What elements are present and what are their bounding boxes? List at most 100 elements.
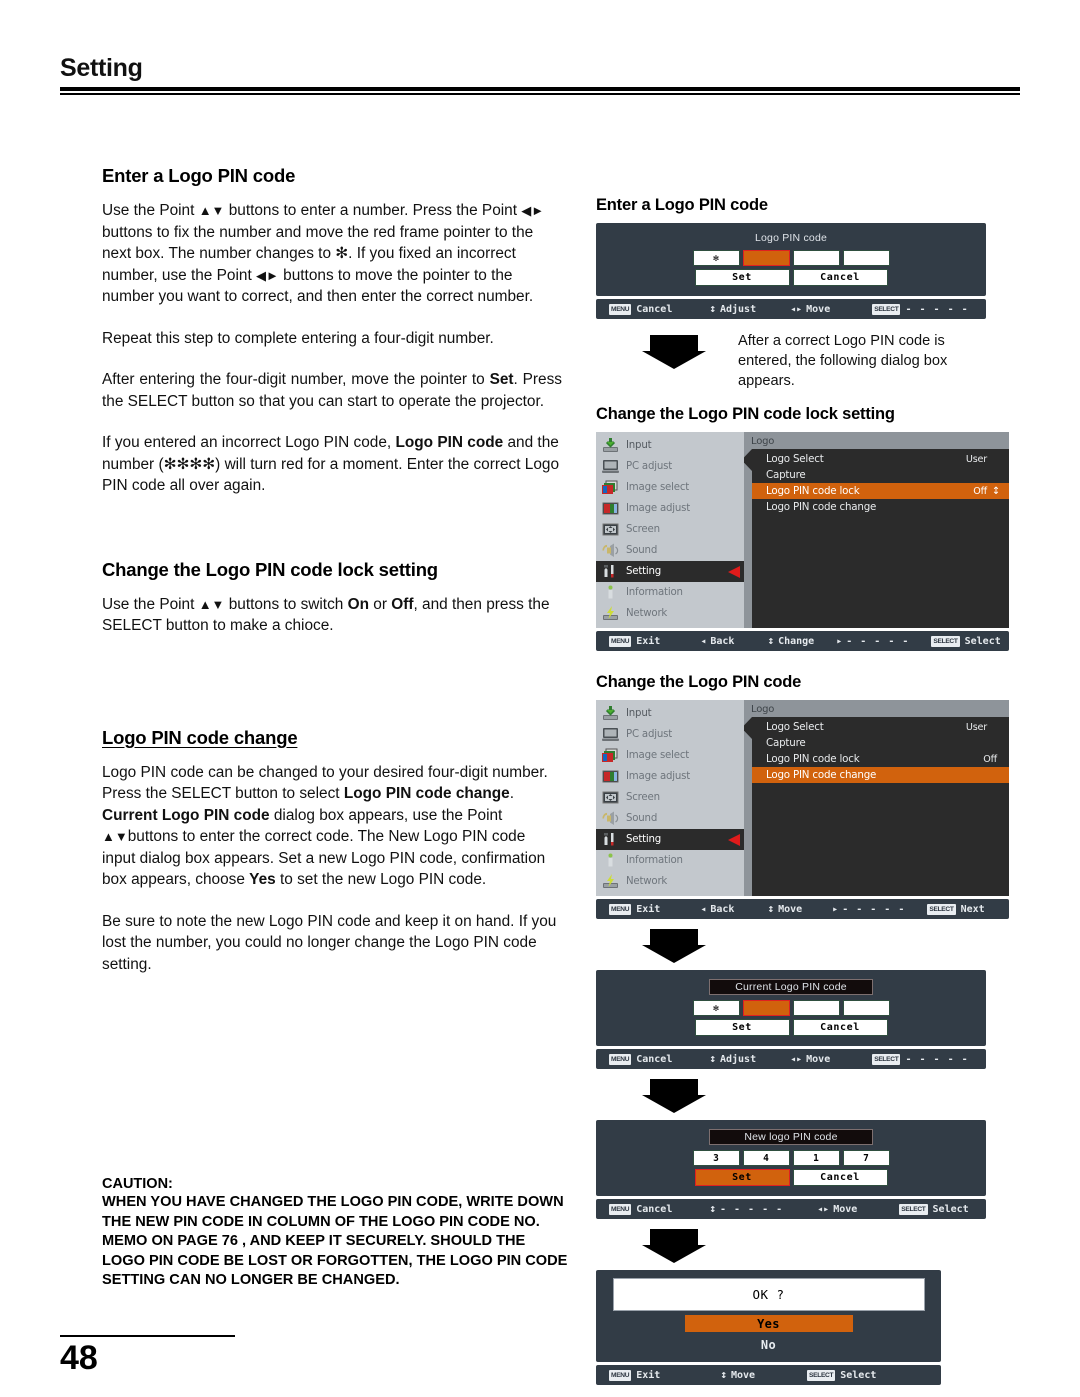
hint4-adjust: ↕ Adjust: [709, 1053, 756, 1065]
new-pin-cell-3[interactable]: 1: [792, 1150, 840, 1166]
pin-cancel-button[interactable]: Cancel: [792, 269, 888, 286]
sidebar-item-image-select[interactable]: Image select: [596, 477, 744, 498]
hint5-updown: ↕ - - - - -: [709, 1202, 783, 1215]
pin-cell-3[interactable]: [792, 250, 840, 266]
logo-pin-dialog: Logo PIN code ✻ Set Cancel: [596, 223, 986, 296]
menu-item-logo-pin-code-lock[interactable]: Logo PIN code lock Off ↕: [752, 483, 1009, 499]
flow-arrow-1: [642, 335, 706, 369]
current-pin-cell-4[interactable]: [842, 1000, 890, 1016]
confirm-yes-option[interactable]: Yes: [684, 1315, 853, 1332]
sidebar-label-image-adjust: Image adjust: [626, 503, 691, 514]
sidebar-item-pc-adjust[interactable]: PC adjust: [596, 456, 744, 477]
current-pin-cell-2[interactable]: [742, 1000, 790, 1016]
page-header: Setting: [60, 56, 1020, 95]
hint6-label-exit: Exit: [636, 1369, 661, 1381]
hint6-label-move: Move: [730, 1369, 756, 1381]
menu-item-logo-pin-code-change[interactable]: Logo PIN code change: [752, 499, 1009, 515]
hint3-label-right: - - - - -: [842, 903, 906, 915]
shot1-title: Enter a Logo PIN code: [596, 196, 768, 214]
sidebar-item-setting[interactable]: Setting: [596, 829, 744, 850]
menu-item-logo-select[interactable]: Logo Select User: [752, 451, 1009, 467]
current-pin-cell-1[interactable]: ✻: [692, 1000, 740, 1016]
current-pin-cell-3[interactable]: [792, 1000, 840, 1016]
new-pin-cell-1[interactable]: 3: [692, 1150, 740, 1166]
sidebar-label-screen: Screen: [626, 792, 660, 803]
sidebar-item-input[interactable]: Input: [596, 703, 744, 724]
sidebar-item-information[interactable]: Information: [596, 582, 744, 603]
sidebar-label-image-adjust: Image adjust: [626, 771, 691, 782]
section-heading-pin-change: Logo PIN code change: [102, 726, 298, 748]
image-adjust-icon: [601, 768, 620, 785]
new-pin-set-button[interactable]: Set: [694, 1169, 790, 1186]
image-adjust-icon: [601, 500, 620, 517]
hint2-change: ↕ Change: [767, 635, 814, 647]
sidebar-label-pc-adjust: PC adjust: [626, 461, 672, 472]
shot1-hint-bar: MENU Cancel ↕ Adjust ◂▸ Move SELECT - - …: [596, 299, 986, 319]
current-pin-set-button[interactable]: Set: [694, 1019, 790, 1036]
image-select-icon: [601, 747, 620, 764]
menu-item-capture[interactable]: Capture: [752, 735, 1009, 751]
network-icon: [601, 873, 620, 890]
hint4-menu-cancel: MENU Cancel: [609, 1053, 673, 1065]
new-pin-cell-4[interactable]: 7: [842, 1150, 890, 1166]
image-select-icon: [601, 479, 620, 496]
current-logo-pin-dialog: Current Logo PIN code ✻ Set Cancel: [596, 970, 986, 1046]
menu-label-capture: Capture: [766, 469, 806, 481]
new-pin-cancel-button[interactable]: Cancel: [792, 1169, 888, 1186]
right-icon: ▸: [836, 635, 843, 647]
confirm-dialog: OK ? Yes No: [596, 1270, 941, 1362]
sidebar-item-sound[interactable]: Sound: [596, 540, 744, 561]
menu-item-logo-pin-code-lock[interactable]: Logo PIN code lock Off: [752, 751, 1009, 767]
shot2-panel-heading: Logo: [751, 436, 775, 447]
sidebar-item-pc-adjust[interactable]: PC adjust: [596, 724, 744, 745]
sidebar-item-image-select[interactable]: Image select: [596, 745, 744, 766]
hint5-select: SELECT Select: [899, 1203, 969, 1215]
new-logo-pin-caption: New logo PIN code: [709, 1129, 873, 1145]
sidebar-item-network[interactable]: Network: [596, 603, 744, 624]
menu-item-capture[interactable]: Capture: [752, 467, 1009, 483]
sidebar-item-information[interactable]: Information: [596, 850, 744, 871]
sidebar-item-sound[interactable]: Sound: [596, 808, 744, 829]
shot3-sidebar: Input PC adjust Image select Image adjus…: [596, 700, 744, 896]
hint3-label-next: Next: [960, 903, 985, 915]
flow-arrow-2: [642, 929, 706, 963]
pin-cell-1[interactable]: ✻: [692, 250, 740, 266]
pin-cell-2[interactable]: [742, 250, 790, 266]
hint3-label-back: Back: [710, 903, 735, 915]
sidebar-item-setting[interactable]: Setting: [596, 561, 744, 582]
sidebar-label-sound: Sound: [626, 545, 658, 556]
menu-value-logo-pin-code-lock: Off: [983, 753, 997, 765]
hint-label-adjust: Adjust: [719, 303, 757, 315]
hint4-label-cancel: Cancel: [636, 1053, 673, 1065]
pin-cell-4[interactable]: [842, 250, 890, 266]
page-number: 48: [60, 1339, 98, 1377]
pin-set-button[interactable]: Set: [694, 269, 790, 286]
select-keycap-icon: SELECT: [807, 1369, 836, 1381]
screen-icon: [601, 521, 620, 538]
caution-label: CAUTION:: [102, 1176, 173, 1192]
sidebar-item-network[interactable]: Network: [596, 871, 744, 892]
sidebar-item-image-adjust[interactable]: Image adjust: [596, 766, 744, 787]
sidebar-item-input[interactable]: Input: [596, 435, 744, 456]
hint-label-cancel: Cancel: [636, 303, 673, 315]
select-keycap-icon: SELECT: [899, 1203, 928, 1215]
confirm-no-option[interactable]: No: [685, 1336, 853, 1353]
menu-label-logo-select: Logo Select: [766, 721, 824, 733]
monitor-icon: [601, 726, 620, 743]
sidebar-item-screen[interactable]: Screen: [596, 519, 744, 540]
hint-select: SELECT - - - - -: [872, 303, 968, 315]
menu-keycap-icon: MENU: [609, 1203, 632, 1215]
sidebar-label-screen: Screen: [626, 524, 660, 535]
menu-item-logo-pin-code-change[interactable]: Logo PIN code change: [752, 767, 1009, 783]
updown-spinner-icon[interactable]: ↕: [992, 486, 1000, 496]
menu-keycap-icon: MENU: [609, 635, 632, 647]
current-pin-cancel-button[interactable]: Cancel: [792, 1019, 888, 1036]
caution-block: CAUTION: WHEN YOU HAVE CHANGED THE LOGO …: [102, 1176, 572, 1291]
menu-item-logo-select[interactable]: Logo Select User: [752, 719, 1009, 735]
updown-icon: ↕: [709, 1202, 716, 1215]
paragraph-pin-change-1: Logo PIN code can be changed to your des…: [102, 763, 548, 889]
sidebar-item-image-adjust[interactable]: Image adjust: [596, 498, 744, 519]
new-pin-cell-2[interactable]: 4: [742, 1150, 790, 1166]
sidebar-label-image-select: Image select: [626, 750, 690, 761]
sidebar-item-screen[interactable]: Screen: [596, 787, 744, 808]
